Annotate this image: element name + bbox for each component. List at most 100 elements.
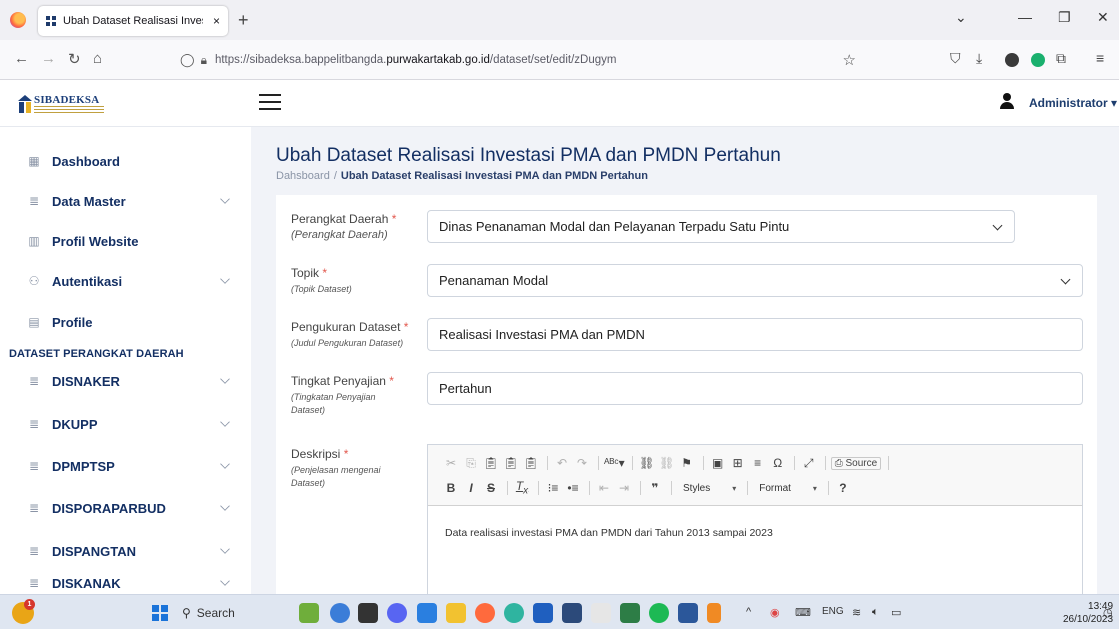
todo-icon[interactable]: [417, 603, 437, 623]
close-window-icon[interactable]: ✕: [1097, 9, 1109, 26]
horizontal-line-icon[interactable]: ≡: [749, 456, 767, 470]
anchor-flag-icon[interactable]: ⚑: [678, 456, 696, 470]
sidebar-item-autentikasi[interactable]: ⚇ Autentikasi: [0, 266, 251, 296]
pengukuran-dataset-input[interactable]: Realisasi Investasi PMA dan PMDN: [427, 318, 1083, 351]
source-button[interactable]: ⎙ Source: [830, 456, 882, 470]
sidebar-item-dispangtan[interactable]: ≣ DISPANGTAN: [0, 536, 251, 566]
maximize-window-icon[interactable]: ❐: [1058, 9, 1071, 26]
tracking-shield-icon[interactable]: ◯: [180, 52, 195, 68]
address-bar[interactable]: ◯ 🔒︎ https://sibadeksa.bappelitbangda.pu…: [180, 45, 870, 75]
sidebar-item-data-master[interactable]: ≣ Data Master: [0, 186, 251, 216]
dropbox-icon[interactable]: [533, 603, 553, 623]
user-icon[interactable]: [1000, 93, 1014, 110]
tab-list-chevron-icon[interactable]: ⌄: [955, 9, 967, 26]
app-green-icon[interactable]: [620, 603, 640, 623]
keyboard-icon[interactable]: ⌨: [795, 606, 811, 619]
italic-icon[interactable]: I: [462, 481, 480, 495]
user-menu-dropdown[interactable]: Administrator ▾: [1029, 96, 1117, 110]
remove-format-icon[interactable]: Tx: [513, 479, 531, 496]
sidebar-item-profil-website[interactable]: ▥ Profil Website: [0, 226, 251, 256]
bold-icon[interactable]: B: [442, 481, 460, 495]
forward-arrow-icon[interactable]: →: [41, 50, 56, 67]
notification-app-icon[interactable]: 1: [12, 599, 35, 624]
minimize-window-icon[interactable]: —: [1018, 9, 1032, 25]
indent-icon[interactable]: ⇥: [615, 481, 633, 495]
file-explorer-icon[interactable]: [446, 603, 466, 623]
special-char-icon[interactable]: Ω: [769, 456, 787, 470]
perangkat-daerah-select[interactable]: Dinas Penanaman Modal dan Pelayanan Terp…: [427, 210, 1015, 243]
styles-dropdown[interactable]: Styles ▾: [683, 483, 736, 494]
sidebar-item-dashboard[interactable]: ▦ Dashboard: [0, 146, 251, 176]
new-tab-button[interactable]: +: [238, 10, 249, 31]
undo-icon[interactable]: ↶: [553, 456, 571, 470]
bookmark-star-icon[interactable]: ☆: [843, 51, 856, 69]
store-icon[interactable]: [562, 603, 582, 623]
copy-icon[interactable]: ⎘: [462, 456, 480, 471]
paste-text-icon[interactable]: 📋︎: [502, 456, 520, 470]
back-arrow-icon[interactable]: ←: [14, 50, 29, 67]
chat-icon[interactable]: [387, 603, 407, 623]
chevron-down-icon: [220, 501, 230, 511]
blockquote-icon[interactable]: ❞: [646, 481, 664, 495]
edge-icon[interactable]: [504, 603, 524, 623]
hamburger-menu-icon[interactable]: [259, 94, 281, 112]
app-pre-icon[interactable]: [330, 603, 350, 623]
pocket-icon[interactable]: ⛉: [950, 50, 961, 67]
language-indicator[interactable]: ENG: [822, 606, 844, 617]
bulleted-list-icon[interactable]: •≡: [564, 481, 582, 495]
app-orange-icon[interactable]: [707, 603, 721, 623]
strikethrough-icon[interactable]: S: [482, 481, 500, 495]
topik-select[interactable]: Penanaman Modal: [427, 264, 1083, 297]
redo-icon[interactable]: ↷: [573, 456, 591, 470]
battery-icon[interactable]: ▭: [891, 606, 901, 619]
task-view-icon[interactable]: [358, 603, 378, 623]
firefox-taskbar-icon[interactable]: [475, 603, 495, 623]
sidebar-item-dpmptsp[interactable]: ≣ DPMPTSP: [0, 451, 251, 481]
download-icon[interactable]: ⤓: [976, 50, 982, 67]
unlink-icon[interactable]: ⛓: [658, 456, 676, 470]
tab-close-icon[interactable]: ×: [213, 14, 220, 28]
app-logo[interactable]: SIBADEKSA: [18, 93, 126, 117]
help-icon[interactable]: ?: [834, 481, 852, 495]
lock-icon[interactable]: 🔒︎: [201, 53, 207, 68]
menu-icon[interactable]: ≡: [1096, 50, 1104, 66]
deskripsi-rich-text-editor[interactable]: ✂ ⎘ 📋︎ 📋︎ 📋︎ ↶ ↷ ᴬᴮᶜ▾ ⛓ ⛓ ⚑ ▣ ⊞ ≡ Ω ⤢ ⎙ …: [427, 444, 1083, 605]
grammar-extension-icon[interactable]: [1031, 53, 1045, 67]
spotify-icon[interactable]: [649, 603, 669, 623]
numbered-list-icon[interactable]: ⁝≡: [544, 481, 562, 495]
paste-word-icon[interactable]: 📋︎: [522, 456, 540, 470]
sidebar-item-profile[interactable]: ▤ Profile: [0, 307, 251, 337]
tingkat-penyajian-input[interactable]: Pertahun: [427, 372, 1083, 405]
word-icon[interactable]: [678, 603, 698, 623]
spellcheck-icon[interactable]: ᴬᴮᶜ▾: [604, 456, 625, 470]
image-icon[interactable]: ▣: [709, 456, 727, 470]
home-icon[interactable]: ⌂: [93, 50, 102, 67]
cut-icon[interactable]: ✂: [442, 456, 460, 470]
volume-icon[interactable]: 🔈︎: [872, 606, 879, 619]
link-icon[interactable]: ⛓: [638, 456, 656, 470]
notification-bell-icon[interactable]: ◷: [1103, 606, 1113, 619]
sidebar-item-disporaparbud[interactable]: ≣ DISPORAPARBUD: [0, 493, 251, 523]
widgets-icon[interactable]: [299, 603, 319, 623]
extension-icon[interactable]: [1005, 53, 1019, 67]
outdent-icon[interactable]: ⇤: [595, 481, 613, 495]
taskbar-search[interactable]: ⚲ Search: [175, 600, 275, 626]
sidebar-item-dkupp[interactable]: ≣ DKUPP: [0, 409, 251, 439]
editor-content[interactable]: Data realisasi investasi PMA dan PMDN da…: [445, 527, 773, 539]
maximize-icon[interactable]: ⤢: [800, 456, 818, 471]
table-icon[interactable]: ⊞: [729, 456, 747, 470]
sidebar-item-disnaker[interactable]: ≣ DISNAKER: [0, 366, 251, 396]
sidebar-item-diskanak[interactable]: ≣ DISKANAK: [0, 568, 251, 594]
paste-icon[interactable]: 📋︎: [482, 456, 500, 470]
reload-icon[interactable]: ↻: [68, 50, 81, 68]
wifi-icon[interactable]: ≋: [852, 606, 861, 619]
windows-start-icon[interactable]: [152, 605, 168, 621]
format-dropdown[interactable]: Format ▾: [759, 483, 817, 494]
url-text[interactable]: https://sibadeksa.bappelitbangda.purwaka…: [215, 54, 616, 66]
browser-tab[interactable]: Ubah Dataset Realisasi Investasi ×: [38, 6, 228, 36]
extensions-puzzle-icon[interactable]: ⧉: [1056, 50, 1066, 67]
app-a-icon[interactable]: [591, 603, 611, 623]
tray-app-icon[interactable]: ◉: [770, 606, 780, 619]
breadcrumb-home-link[interactable]: Dahsboard: [276, 170, 330, 182]
tray-chevron-up-icon[interactable]: ^: [746, 606, 751, 618]
